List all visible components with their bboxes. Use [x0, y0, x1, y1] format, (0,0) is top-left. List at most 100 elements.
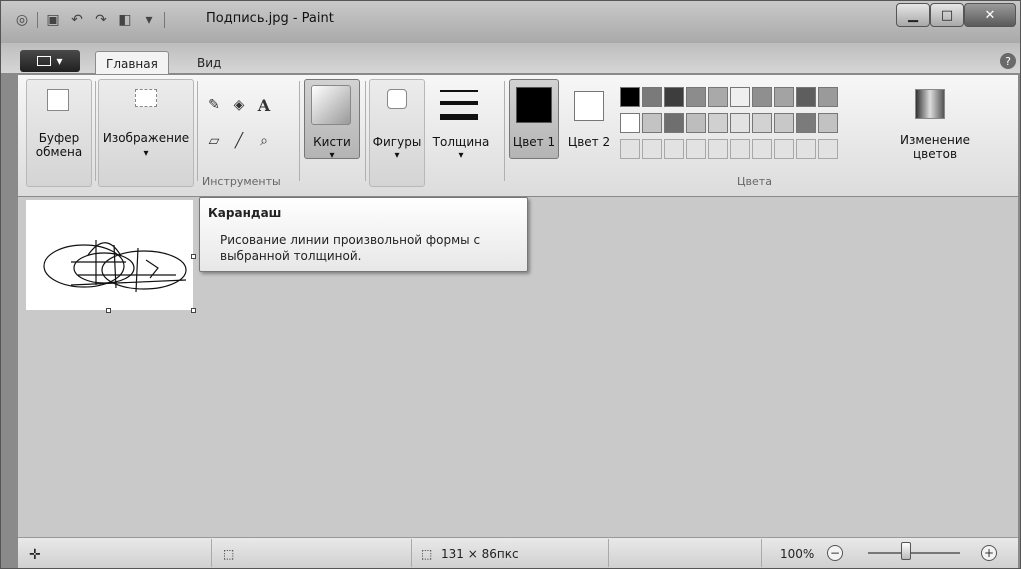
drawing-canvas[interactable] [26, 200, 193, 310]
color-picker-icon[interactable]: ╱ [229, 131, 249, 151]
palette-color-swatch[interactable] [730, 113, 750, 133]
zoom-out-button[interactable]: − [827, 545, 843, 561]
menu-icon [37, 56, 52, 66]
status-separator [411, 539, 412, 567]
tooltip: Карандаш Рисование линии произвольной фо… [199, 197, 528, 272]
magnifier-icon[interactable]: ⌕ [254, 131, 274, 151]
help-icon[interactable]: ? [1000, 53, 1016, 69]
group-divider [365, 81, 366, 181]
quick-access-toolbar: ◎ ▣ ↶ ↷ ◧ ▾ [13, 9, 171, 31]
palette-custom-slot[interactable] [664, 139, 684, 159]
shapes-icon [387, 89, 407, 109]
text-icon[interactable]: A [254, 95, 274, 115]
window-title: Подпись.jpg - Paint [206, 11, 334, 26]
palette-color-swatch[interactable] [642, 87, 662, 107]
fill-icon[interactable]: ◈ [229, 95, 249, 115]
chevron-down-icon: ▾ [329, 150, 335, 161]
tab-view[interactable]: Вид [187, 51, 231, 75]
resize-handle-corner[interactable] [191, 308, 196, 313]
chevron-down-icon: ▾ [56, 54, 63, 68]
edit-colors-button[interactable]: Изменение цветов [895, 133, 975, 161]
fullscreen-icon[interactable]: ◧ [116, 11, 134, 29]
minimize-icon: ▁ [908, 7, 918, 23]
palette-color-swatch[interactable] [708, 113, 728, 133]
palette-custom-slot[interactable] [642, 139, 662, 159]
tooltip-title: Карандаш [208, 206, 282, 220]
close-icon: ✕ [984, 7, 996, 23]
palette-color-swatch[interactable] [774, 113, 794, 133]
separator [164, 12, 165, 28]
redo-icon[interactable]: ↷ [92, 11, 110, 29]
status-separator [761, 539, 762, 567]
group-divider [197, 81, 198, 181]
palette-custom-slot[interactable] [730, 139, 750, 159]
image-size: 131 × 86пкс [441, 547, 519, 561]
maximize-button[interactable]: □ [930, 3, 964, 27]
shapes-label: Фигуры [372, 135, 422, 149]
palette-color-swatch[interactable] [752, 87, 772, 107]
app-menu-button[interactable]: ▾ [20, 50, 80, 72]
palette-color-swatch[interactable] [664, 87, 684, 107]
maximize-icon: □ [940, 7, 954, 23]
line-thin [440, 89, 478, 92]
paint-window: ◎ ▣ ↶ ↷ ◧ ▾ Подпись.jpg - Paint ▁ □ ✕ ▾ … [0, 0, 1021, 569]
save-icon[interactable]: ▣ [44, 11, 62, 29]
palette-color-swatch[interactable] [620, 113, 640, 133]
palette-custom-slot[interactable] [620, 139, 640, 159]
pencil-icon[interactable]: ✎ [204, 95, 224, 115]
palette-color-swatch[interactable] [752, 113, 772, 133]
palette-custom-slot[interactable] [774, 139, 794, 159]
zoom-in-button[interactable]: + [981, 545, 997, 561]
brushes-label: Кисти [313, 135, 351, 149]
group-divider [95, 81, 96, 181]
cursor-position-icon: ✛ [29, 547, 41, 563]
line-thick [440, 114, 478, 121]
clipboard-icon [47, 89, 69, 111]
zoom-level: 100% [780, 547, 815, 561]
size-label[interactable]: Толщина [429, 135, 493, 149]
palette-color-swatch[interactable] [774, 87, 794, 107]
resize-handle-right[interactable] [191, 254, 196, 259]
color2-label[interactable]: Цвет 2 [566, 135, 612, 149]
palette-custom-slot[interactable] [752, 139, 772, 159]
palette-color-swatch[interactable] [686, 87, 706, 107]
size-icon[interactable] [439, 85, 479, 125]
color1-label: Цвет 1 [512, 135, 556, 149]
status-separator [608, 539, 609, 567]
paint-app-icon[interactable]: ◎ [13, 11, 31, 29]
zoom-slider-track[interactable] [868, 552, 960, 554]
edit-colors-icon [915, 89, 945, 119]
image-label: Изображение [102, 131, 190, 145]
status-separator [211, 539, 212, 567]
palette-color-swatch[interactable] [730, 87, 750, 107]
eraser-icon[interactable]: ▱ [204, 131, 224, 151]
group-divider [299, 81, 300, 181]
palette-custom-slot[interactable] [818, 139, 838, 159]
resize-handle-bottom[interactable] [106, 308, 111, 313]
image-size-icon: ⬚ [421, 547, 433, 561]
palette-color-swatch[interactable] [708, 87, 728, 107]
palette-custom-slot[interactable] [796, 139, 816, 159]
undo-icon[interactable]: ↶ [68, 11, 86, 29]
customize-toolbar-icon[interactable]: ▾ [140, 11, 158, 29]
palette-color-swatch[interactable] [818, 113, 838, 133]
clipboard-label: Буфер обмена [35, 131, 83, 159]
zoom-slider-thumb[interactable] [901, 542, 911, 560]
palette-color-swatch[interactable] [796, 87, 816, 107]
stroke [73, 252, 135, 284]
color2-swatch[interactable] [574, 91, 604, 121]
tab-home[interactable]: Главная [95, 51, 169, 75]
palette-color-swatch[interactable] [620, 87, 640, 107]
palette-custom-slot[interactable] [686, 139, 706, 159]
minimize-button[interactable]: ▁ [896, 3, 930, 27]
select-icon [135, 89, 157, 107]
group-divider [504, 81, 505, 181]
palette-color-swatch[interactable] [664, 113, 684, 133]
palette-color-swatch[interactable] [642, 113, 662, 133]
palette-color-swatch[interactable] [686, 113, 706, 133]
palette-color-swatch[interactable] [796, 113, 816, 133]
palette-color-swatch[interactable] [818, 87, 838, 107]
chevron-down-icon: ▾ [458, 150, 464, 161]
close-button[interactable]: ✕ [964, 3, 1016, 27]
palette-custom-slot[interactable] [708, 139, 728, 159]
